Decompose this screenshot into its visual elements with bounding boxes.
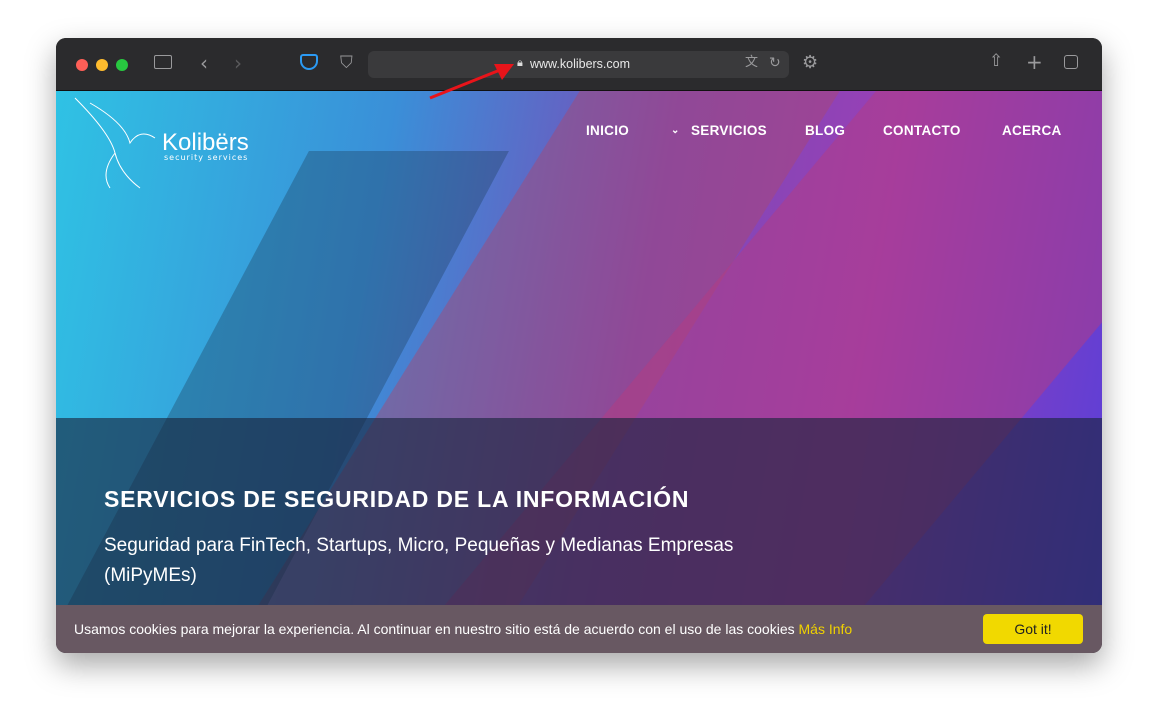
- cookie-banner: Usamos cookies para mejorar la experienc…: [56, 605, 1102, 653]
- nav-acerca[interactable]: ACERCA: [1002, 123, 1062, 138]
- hero-subtitle: Seguridad para FinTech, Startups, Micro,…: [104, 535, 734, 586]
- close-window-button[interactable]: [76, 59, 88, 71]
- url-text: www.kolibers.com: [530, 57, 631, 71]
- hero-title: SERVICIOS DE SEGURIDAD DE LA INFORMACIÓN: [104, 486, 690, 512]
- nav-blog[interactable]: BLOG: [805, 123, 845, 138]
- new-tab-icon[interactable]: +: [1026, 52, 1043, 72]
- reload-icon[interactable]: ↻: [769, 56, 781, 70]
- hero-section: Kolibërs security services INICIO ⌄ SERV…: [56, 91, 1102, 605]
- minimize-window-button[interactable]: [96, 59, 108, 71]
- nav-inicio[interactable]: INICIO: [586, 123, 629, 138]
- annotation-arrow-icon: [429, 64, 514, 100]
- maximize-window-button[interactable]: [116, 59, 128, 71]
- forward-icon[interactable]: ›: [234, 53, 242, 73]
- translate-icon[interactable]: 文: [745, 56, 758, 69]
- chevron-down-icon: ⌄: [671, 125, 680, 136]
- nav-servicios[interactable]: SERVICIOS: [691, 123, 767, 138]
- sidebar-icon[interactable]: [154, 55, 172, 69]
- nav-contacto[interactable]: CONTACTO: [883, 123, 961, 138]
- cookie-text: Usamos cookies para mejorar la experienc…: [74, 621, 795, 637]
- more-info-link[interactable]: Más Info: [799, 621, 853, 637]
- pocket-icon[interactable]: [300, 54, 318, 70]
- browser-window: ‹ › ⛉ 🔒︎ www.kolibers.com 文 ↻ ⚙ ⇧ + Koli…: [56, 38, 1102, 653]
- cookie-message: Usamos cookies para mejorar la experienc…: [74, 621, 852, 637]
- tabs-icon[interactable]: [1064, 55, 1078, 69]
- share-icon[interactable]: ⇧: [989, 53, 1003, 70]
- got-it-button[interactable]: Got it!: [983, 614, 1083, 644]
- logo-tagline: security services: [164, 153, 249, 162]
- settings-icon[interactable]: ⚙: [802, 54, 818, 72]
- shield-icon[interactable]: ⛉: [340, 55, 353, 72]
- browser-toolbar: ‹ › ⛉ 🔒︎ www.kolibers.com 文 ↻ ⚙ ⇧ +: [56, 38, 1102, 91]
- hummingbird-logo-icon: [74, 97, 156, 189]
- back-icon[interactable]: ‹: [200, 53, 208, 73]
- site-logo[interactable]: Kolibërs security services: [70, 93, 250, 193]
